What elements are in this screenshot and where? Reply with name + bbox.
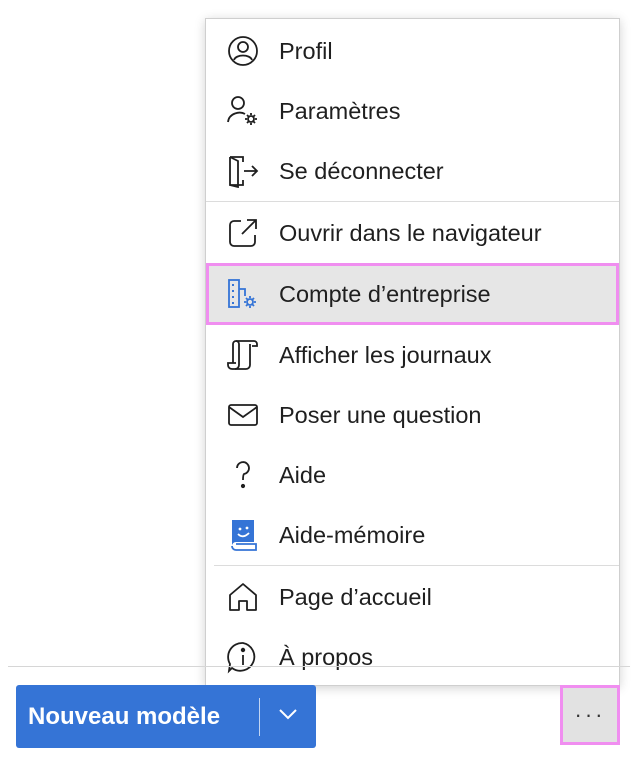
settings-person-icon [226, 94, 260, 128]
new-model-dropdown-button[interactable] [260, 685, 316, 748]
menu-item-label: Poser une question [279, 401, 482, 428]
menu-item-label: Ouvrir dans le navigateur [279, 219, 542, 246]
menu-item-home[interactable]: Page d’accueil [206, 567, 619, 627]
menu-item-label: Page d’accueil [279, 583, 432, 610]
menu-item-ask-question[interactable]: Poser une question [206, 385, 619, 445]
organization-settings-icon [226, 277, 260, 311]
new-model-split-button: Nouveau modèle [16, 685, 316, 748]
menu-item-label: Aide [279, 461, 327, 488]
menu-separator [206, 201, 619, 202]
ellipsis-icon: ··· [574, 702, 606, 727]
menu-item-cheat-sheet[interactable]: Aide-mémoire [206, 505, 619, 565]
info-icon [226, 640, 260, 674]
overflow-menu: Profil Paramètres Se déconnecter Ouvrir … [205, 18, 620, 686]
menu-item-about[interactable]: À propos [206, 627, 619, 687]
scroll-logs-icon [226, 338, 260, 372]
menu-item-label: Afficher les journaux [279, 341, 492, 368]
menu-item-enterprise-account[interactable]: Compte d’entreprise [206, 263, 619, 325]
question-icon [226, 458, 260, 492]
menu-item-sign-out[interactable]: Se déconnecter [206, 141, 619, 201]
menu-item-label: Aide-mémoire [279, 521, 426, 548]
menu-item-label: Profil [279, 37, 333, 64]
more-options-button[interactable]: ··· [560, 685, 620, 745]
menu-item-profile[interactable]: Profil [206, 21, 619, 81]
profile-icon [226, 34, 260, 68]
sign-out-icon [226, 154, 260, 188]
mail-icon [226, 398, 260, 432]
menu-item-show-logs[interactable]: Afficher les journaux [206, 325, 619, 385]
menu-item-open-in-browser[interactable]: Ouvrir dans le navigateur [206, 203, 619, 263]
home-icon [226, 580, 260, 614]
menu-item-label: Se déconnecter [279, 157, 444, 184]
menu-item-label: Compte d’entreprise [279, 280, 491, 307]
menu-separator [214, 565, 619, 566]
new-model-button[interactable]: Nouveau modèle [16, 685, 259, 748]
cheat-sheet-icon [226, 518, 260, 552]
chevron-down-icon [277, 707, 299, 726]
menu-item-help[interactable]: Aide [206, 445, 619, 505]
footer-divider [8, 666, 630, 667]
open-external-icon [226, 216, 260, 250]
menu-item-label: Paramètres [279, 97, 401, 124]
menu-item-settings[interactable]: Paramètres [206, 81, 619, 141]
